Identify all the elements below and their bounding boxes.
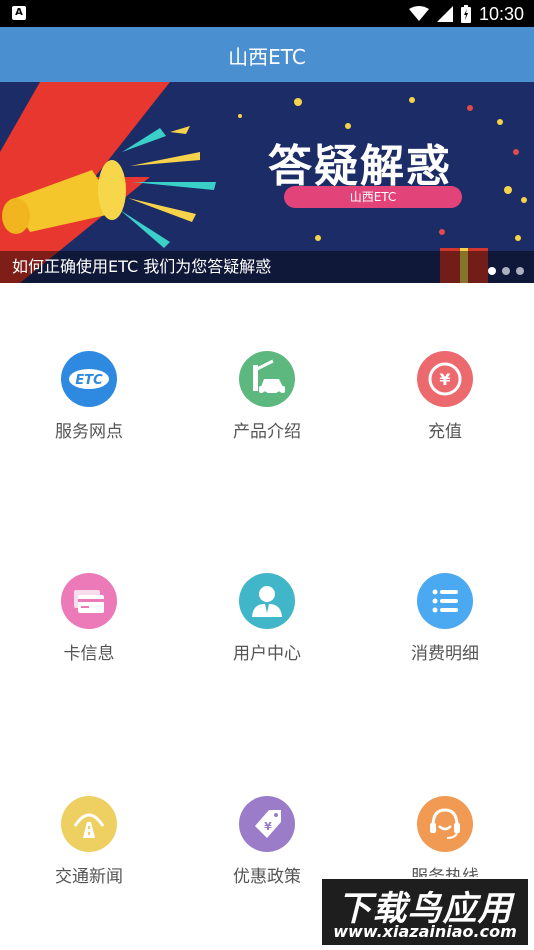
grid-item-consumption-detail[interactable]: 消费明细 bbox=[356, 573, 534, 693]
watermark-url: www.xiazainiao.com bbox=[333, 922, 517, 941]
yen-coin-icon: ¥ bbox=[417, 351, 473, 407]
grid-item-card-info[interactable]: 卡信息 bbox=[0, 573, 178, 693]
grid-item-label: 充值 bbox=[428, 422, 462, 442]
etc-icon: ETC bbox=[61, 351, 117, 407]
grid-item-label: 交通新闻 bbox=[55, 867, 123, 887]
banner-pager bbox=[488, 267, 524, 275]
grid-item-label: 用户中心 bbox=[233, 644, 301, 664]
app-bar: 山西ETC bbox=[0, 27, 534, 82]
promo-banner[interactable]: 答疑解惑 山西ETC 如何正确使用ETC 我们为您答疑解惑 bbox=[0, 82, 534, 283]
watermark: 下载鸟应用 www.xiazainiao.com bbox=[320, 877, 530, 947]
pager-dot[interactable] bbox=[516, 267, 524, 275]
status-bar: A 10:30 bbox=[0, 0, 534, 27]
grid-item-label: 产品介绍 bbox=[233, 422, 301, 442]
user-icon bbox=[239, 573, 295, 629]
headset-icon bbox=[417, 796, 473, 852]
page-title: 山西ETC bbox=[228, 45, 306, 69]
notification-glyph: A bbox=[15, 7, 23, 18]
road-icon bbox=[61, 796, 117, 852]
grid-item-service-outlets[interactable]: ETC 服务网点 bbox=[0, 351, 178, 471]
battery-icon bbox=[460, 5, 471, 23]
grid-item-label: 服务网点 bbox=[55, 422, 123, 442]
discount-tag-text: ¥ bbox=[264, 820, 272, 833]
pager-dot[interactable] bbox=[488, 267, 496, 275]
signal-icon bbox=[436, 6, 453, 22]
yen-coin-text: ¥ bbox=[439, 370, 450, 389]
banner-caption: 如何正确使用ETC 我们为您答疑解惑 bbox=[12, 257, 272, 276]
list-icon bbox=[417, 573, 473, 629]
banner-pill: 山西ETC bbox=[284, 186, 462, 208]
grid-item-label: 卡信息 bbox=[63, 644, 115, 664]
status-icons: 10:30 bbox=[408, 3, 524, 25]
grid-item-product-intro[interactable]: 产品介绍 bbox=[178, 351, 356, 471]
clock: 10:30 bbox=[478, 3, 524, 24]
banner-headline: 答疑解惑 bbox=[268, 141, 452, 192]
card-icon bbox=[61, 573, 117, 629]
notification-icon: A bbox=[12, 6, 26, 20]
toll-car-icon bbox=[239, 351, 295, 407]
grid-item-user-center[interactable]: 用户中心 bbox=[178, 573, 356, 693]
grid-item-traffic-news[interactable]: 交通新闻 bbox=[0, 796, 178, 916]
grid-item-label: 消费明细 bbox=[411, 644, 479, 664]
pager-dot[interactable] bbox=[502, 267, 510, 275]
discount-tag-icon: ¥ bbox=[239, 796, 295, 852]
etc-icon-text: ETC bbox=[75, 373, 103, 388]
grid-item-recharge[interactable]: ¥ 充值 bbox=[356, 351, 534, 471]
wifi-icon bbox=[408, 6, 429, 21]
